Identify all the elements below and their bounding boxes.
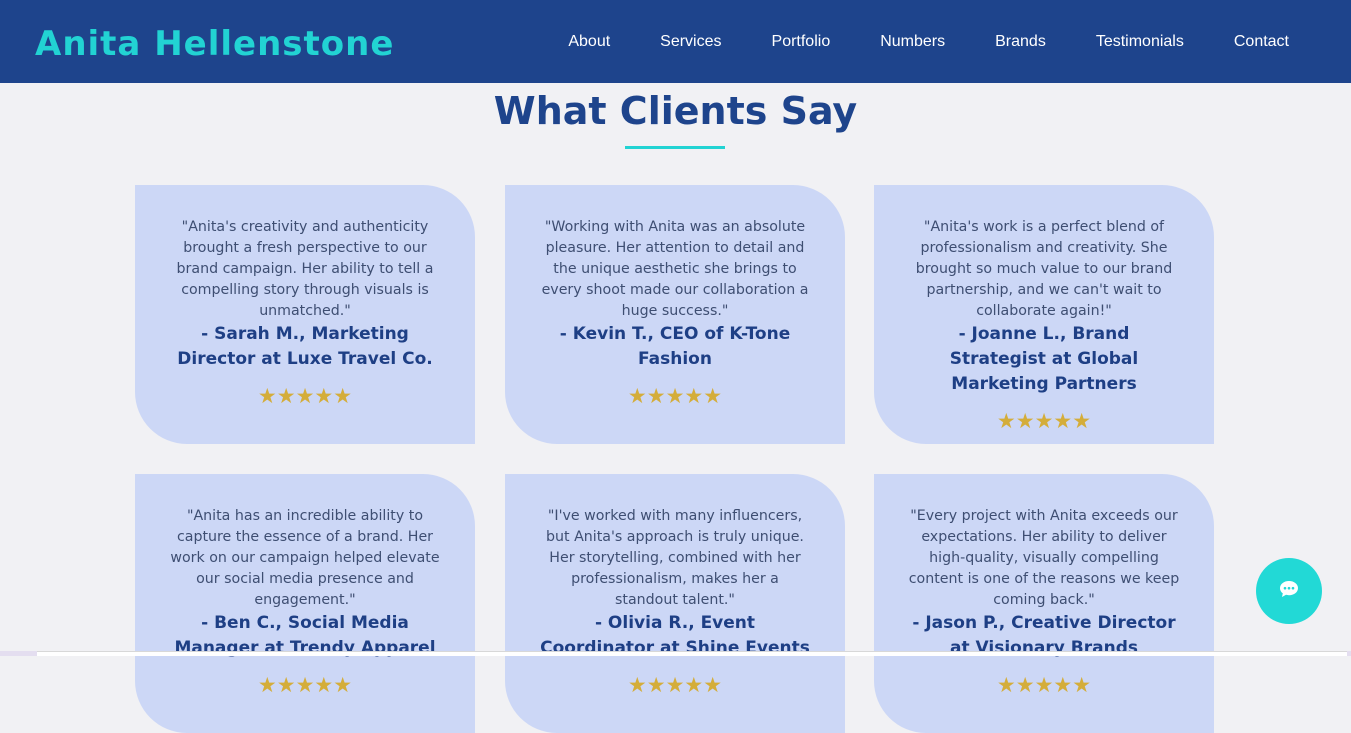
title-underline	[625, 146, 725, 149]
testimonial-author: - Sarah M., Marketing Director at Luxe T…	[177, 324, 433, 369]
testimonial-card: "Every project with Anita exceeds our ex…	[874, 474, 1214, 733]
testimonial-quote: "Anita's creativity and authenticity bro…	[176, 219, 434, 319]
section-title: What Clients Say	[493, 89, 858, 133]
testimonial-card: "Anita's work is a perfect blend of prof…	[874, 185, 1214, 444]
nav-link-testimonials[interactable]: Testimonials	[1096, 31, 1184, 53]
nav-link-services[interactable]: Services	[660, 31, 721, 53]
testimonial-card: "Anita has an incredible ability to capt…	[135, 474, 475, 733]
chat-button[interactable]	[1256, 558, 1322, 624]
star-rating-icon: ★★★★★	[996, 409, 1092, 433]
testimonial-card: "I've worked with many influencers, but …	[505, 474, 845, 733]
site-header: Anita Hellenstone About Services Portfol…	[0, 0, 1351, 83]
nav-link-numbers[interactable]: Numbers	[880, 31, 945, 53]
testimonial-quote: "Anita has an incredible ability to capt…	[170, 508, 440, 608]
site-logo[interactable]: Anita Hellenstone	[35, 22, 394, 66]
nav-link-about[interactable]: About	[568, 31, 610, 53]
nav-link-portfolio[interactable]: Portfolio	[772, 31, 831, 53]
testimonial-author: - Kevin T., CEO of K-Tone Fashion	[559, 324, 791, 369]
testimonial-quote: "Working with Anita was an absolute plea…	[541, 219, 809, 319]
nav-link-contact[interactable]: Contact	[1234, 31, 1289, 53]
star-rating-icon: ★★★★★	[627, 673, 723, 697]
star-rating-icon: ★★★★★	[627, 384, 723, 408]
testimonial-quote: "Every project with Anita exceeds our ex…	[908, 508, 1180, 608]
chat-bubble-icon	[1279, 580, 1299, 602]
testimonial-quote: "Anita's work is a perfect blend of prof…	[915, 219, 1173, 319]
star-rating-icon: ★★★★★	[257, 673, 353, 697]
horizontal-scrollbar[interactable]	[37, 651, 1347, 656]
testimonial-card: "Working with Anita was an absolute plea…	[505, 185, 845, 444]
star-rating-icon: ★★★★★	[257, 384, 353, 408]
testimonial-quote: "I've worked with many influencers, but …	[546, 508, 804, 608]
nav-link-brands[interactable]: Brands	[995, 31, 1046, 53]
testimonial-author: - Joanne L., Brand Strategist at Global …	[949, 324, 1139, 394]
testimonial-card: "Anita's creativity and authenticity bro…	[135, 185, 475, 444]
star-rating-icon: ★★★★★	[996, 673, 1092, 697]
main-nav: About Services Portfolio Numbers Brands …	[568, 31, 1289, 53]
